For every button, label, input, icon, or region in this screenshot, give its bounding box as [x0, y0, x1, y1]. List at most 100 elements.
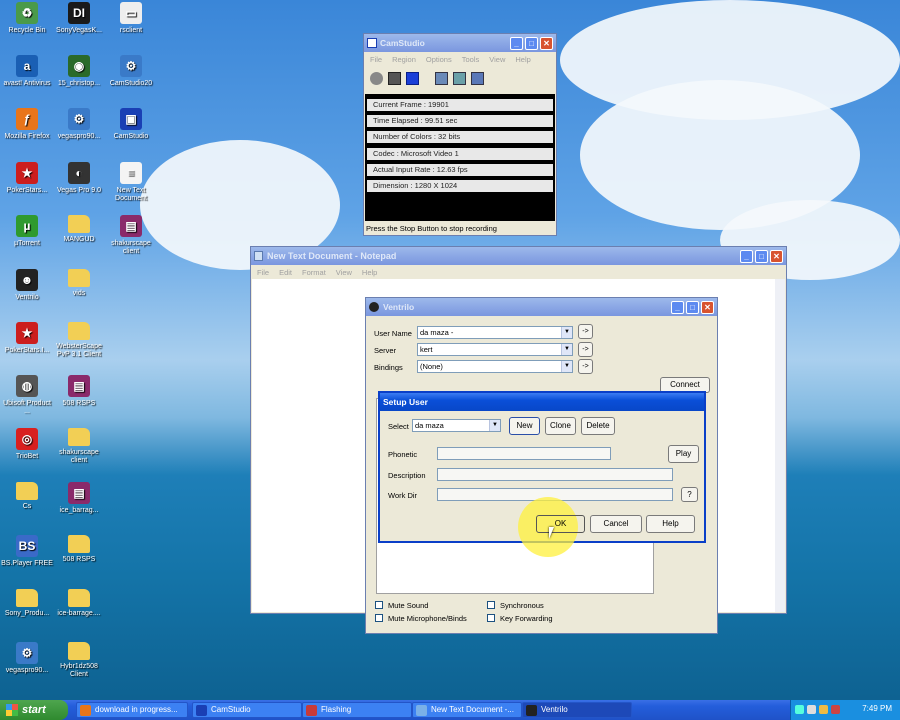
options-icon[interactable] [453, 71, 466, 85]
server-combo[interactable]: kert ▼ [417, 343, 573, 356]
desktop-icon[interactable]: ◎ TrioBet [0, 428, 54, 461]
desktop-icon[interactable]: ☻ Ventrilo [0, 269, 54, 302]
desktop-icon[interactable]: ◐ Vegas Pro 9.0 [52, 162, 106, 195]
bindings-combo[interactable]: (None) ▼ [417, 360, 573, 373]
desktop-icon-label: shakurscape client [111, 240, 151, 255]
desktop-icon[interactable]: DI SonyVegasK... [52, 2, 106, 35]
taskbar-button[interactable]: CamStudio [192, 702, 302, 718]
mute-sound-checkbox[interactable] [375, 601, 383, 609]
new-button[interactable]: New [509, 417, 540, 435]
desktop-icon[interactable]: ◉ 15_christop... [52, 55, 106, 88]
menu-format[interactable]: Format [302, 268, 326, 277]
browse-button[interactable]: ? [681, 487, 698, 502]
play-button[interactable]: Play [668, 445, 699, 463]
menu-options[interactable]: Options [426, 55, 452, 64]
desktop-icon[interactable]: ≡ New Text Document [104, 162, 158, 203]
delete-button[interactable]: Delete [581, 417, 615, 435]
ventrilo-titlebar[interactable]: Ventrilo _ □ ✕ [366, 298, 717, 316]
desktop-icon[interactable]: ƒ Mozilla Firefox [0, 108, 54, 141]
menu-edit[interactable]: Edit [279, 268, 292, 277]
setup-user-titlebar[interactable]: Setup User [380, 393, 704, 411]
desktop-icon[interactable]: ★ PokerStars... [0, 162, 54, 195]
bindings-arrow-button[interactable]: -> [578, 359, 593, 374]
desktop-icon[interactable]: Hybr1dz508 Client [52, 642, 106, 679]
description-input[interactable] [437, 468, 673, 481]
desktop-icon[interactable]: ▤ 508 RSPS [52, 375, 106, 408]
user-name-combo[interactable]: da maza - ▼ [417, 326, 573, 339]
minimize-icon[interactable]: _ [510, 36, 523, 50]
menu-view[interactable]: View [336, 268, 352, 277]
desktop-icon[interactable]: ▭ rsclient [104, 2, 158, 35]
desktop-icon[interactable]: ⚙ vegaspro90... [52, 108, 106, 141]
desktop-icon[interactable]: ▣ CamStudio [104, 108, 158, 141]
desktop-icon[interactable]: ♻ Recycle Bin [0, 2, 54, 35]
taskbar-button[interactable]: download in progress... [76, 702, 188, 718]
mute-mic-checkbox[interactable] [375, 614, 383, 622]
menu-help[interactable]: Help [515, 55, 530, 64]
tray-icon[interactable] [819, 705, 828, 714]
desktop-icon[interactable]: ice-barrage.... [52, 589, 106, 618]
start-button[interactable]: start [0, 700, 68, 720]
server-arrow-button[interactable]: -> [578, 342, 593, 357]
desktop-icon[interactable]: ⚙ CamStudio20 [104, 55, 158, 88]
close-icon[interactable]: ✕ [701, 300, 714, 314]
menu-view[interactable]: View [489, 55, 505, 64]
menu-file[interactable]: File [257, 268, 269, 277]
phonetic-input[interactable] [437, 447, 611, 460]
desktop-icon[interactable]: Sony_Produ... [0, 589, 54, 618]
desktop-icon[interactable]: ★ PokerStars.I... [0, 322, 54, 355]
taskbar-button[interactable]: New Text Document -... [412, 702, 522, 718]
chevron-down-icon[interactable]: ▼ [561, 327, 572, 338]
notepad-titlebar[interactable]: New Text Document - Notepad _ □ ✕ [251, 247, 786, 265]
minimize-icon[interactable]: _ [740, 249, 753, 263]
menu-tools[interactable]: Tools [462, 55, 480, 64]
help-button[interactable]: Help [646, 515, 695, 533]
clock[interactable]: 7:49 PM [862, 704, 892, 713]
desktop-icon[interactable]: vids [52, 269, 106, 298]
camstudio-titlebar[interactable]: CamStudio _ □ ✕ [364, 34, 556, 52]
desktop-icon[interactable]: ◍ Ubisoft Product ... [0, 375, 54, 416]
desktop-icon[interactable]: MANGUD [52, 215, 106, 244]
tray-icon[interactable] [795, 705, 804, 714]
desktop-icon[interactable]: Cs [0, 482, 54, 511]
maximize-icon[interactable]: □ [525, 36, 538, 50]
tray-icon[interactable] [807, 705, 816, 714]
minimize-icon[interactable]: _ [671, 300, 684, 314]
user-name-arrow-button[interactable]: -> [578, 324, 593, 339]
close-icon[interactable]: ✕ [540, 36, 553, 50]
notepad-scrollbar[interactable] [775, 279, 785, 612]
maximize-icon[interactable]: □ [755, 249, 768, 263]
record-icon[interactable] [370, 71, 383, 85]
notepad-menubar: File Edit Format View Help [251, 265, 786, 279]
desktop-icon[interactable]: ▤ shakurscape client [104, 215, 158, 256]
desktop-icon[interactable]: BS BS.Player FREE [0, 535, 54, 568]
cancel-button[interactable]: Cancel [590, 515, 642, 533]
key-forwarding-checkbox[interactable] [487, 614, 495, 622]
menu-file[interactable]: File [370, 55, 382, 64]
desktop-icon[interactable]: µ µTorrent [0, 215, 54, 248]
stop-icon[interactable] [406, 71, 419, 85]
tray-icon[interactable] [831, 705, 840, 714]
desktop-icon[interactable]: ⚙ vegaspro90... [0, 642, 54, 675]
clone-button[interactable]: Clone [545, 417, 576, 435]
menu-region[interactable]: Region [392, 55, 416, 64]
taskbar-button[interactable]: Ventrilo [522, 702, 632, 718]
desktop-icon[interactable]: a avast! Antivirus [0, 55, 54, 88]
maximize-icon[interactable]: □ [686, 300, 699, 314]
synchronous-checkbox[interactable] [487, 601, 495, 609]
pause-icon[interactable] [388, 71, 401, 85]
chevron-down-icon[interactable]: ▼ [489, 420, 500, 431]
desktop-icon[interactable]: ▤ ice_barrag... [52, 482, 106, 515]
chevron-down-icon[interactable]: ▼ [561, 361, 572, 372]
chevron-down-icon[interactable]: ▼ [561, 344, 572, 355]
select-user-combo[interactable]: da maza ▼ [412, 419, 501, 432]
desktop-icon[interactable]: 508 RSPS [52, 535, 106, 564]
menu-help[interactable]: Help [362, 268, 377, 277]
desktop-icon[interactable]: shakurscape client [52, 428, 106, 465]
desktop-icon[interactable]: WebsterScape PvP 3.1 Client [52, 322, 106, 359]
close-icon[interactable]: ✕ [770, 249, 783, 263]
ok-button[interactable]: OK [536, 515, 585, 533]
region-icon[interactable] [435, 71, 448, 85]
taskbar-button[interactable]: Flashing [302, 702, 412, 718]
video-icon[interactable] [471, 71, 484, 85]
